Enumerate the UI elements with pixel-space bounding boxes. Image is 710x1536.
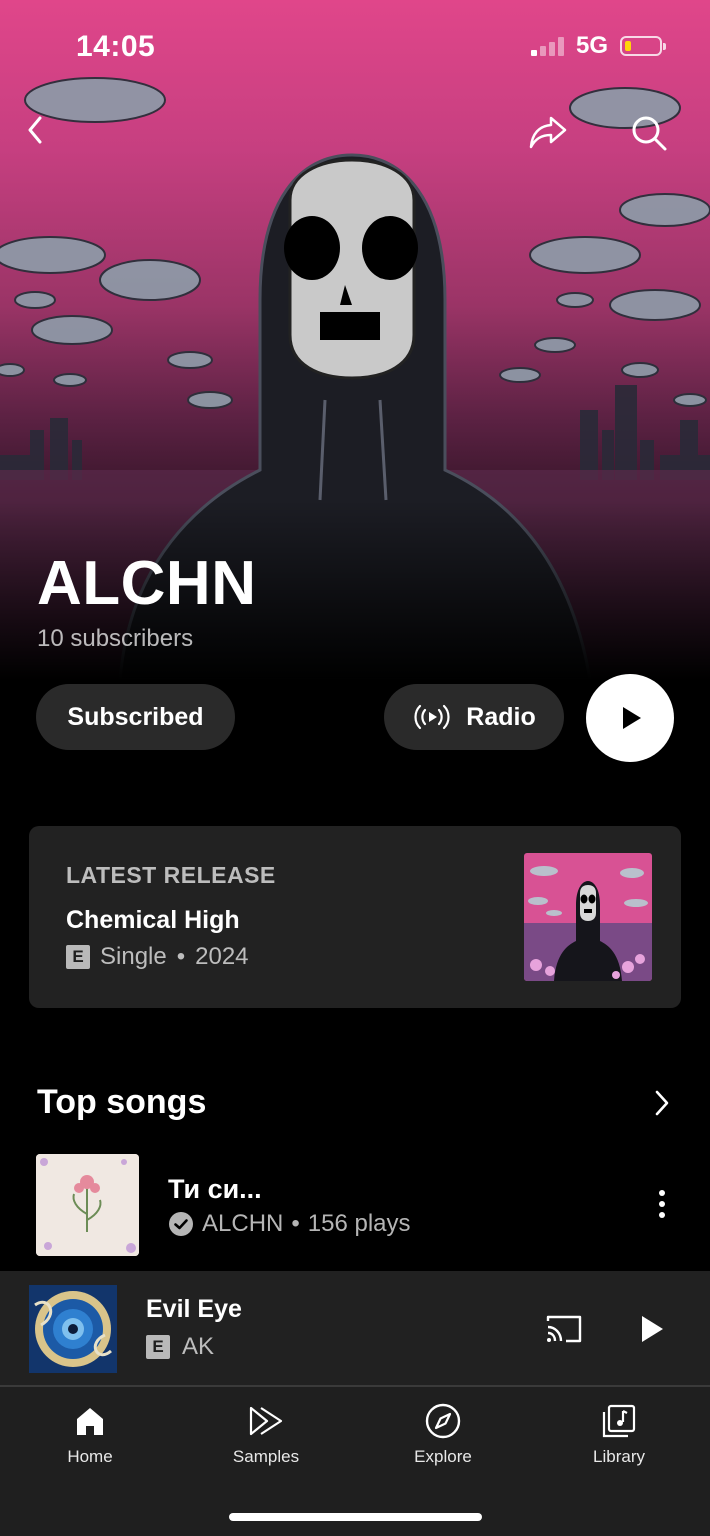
release-year: 2024 <box>195 943 249 970</box>
latest-release-meta: E Single • 2024 <box>66 943 249 971</box>
radio-label: Radio <box>466 702 536 731</box>
search-button[interactable] <box>630 114 674 158</box>
nav-library-label: Library <box>593 1447 645 1466</box>
home-indicator <box>229 1513 482 1521</box>
top-songs-title: Top songs <box>37 1083 207 1121</box>
mini-play-button[interactable] <box>628 1307 676 1351</box>
explicit-badge: E <box>146 1335 170 1359</box>
play-all-button[interactable] <box>586 674 674 762</box>
play-icon <box>642 1316 663 1342</box>
status-time: 14:05 <box>76 30 156 63</box>
nav-samples[interactable]: Samples <box>206 1401 326 1467</box>
meta-separator: • <box>176 943 186 970</box>
latest-release-kicker: LATEST RELEASE <box>66 862 276 888</box>
song-menu-button[interactable] <box>642 1180 682 1228</box>
explore-icon <box>423 1401 463 1441</box>
status-indicators: 5G <box>530 32 666 60</box>
signal-icon <box>530 36 564 56</box>
nav-home-label: Home <box>67 1447 113 1466</box>
more-vertical-icon <box>659 1190 665 1218</box>
latest-release-card[interactable]: LATEST RELEASE Chemical High E Single • … <box>29 826 681 1008</box>
radio-button[interactable]: Radio <box>384 684 564 750</box>
back-button[interactable] <box>22 114 66 158</box>
latest-release-title: Chemical High <box>66 906 240 934</box>
chevron-right-icon <box>655 1090 669 1116</box>
song-title: Ти си... <box>168 1174 262 1204</box>
nav-explore-label: Explore <box>414 1447 472 1466</box>
artist-hero: 14:05 5G ALCHN 10 subscribers <box>0 0 710 680</box>
nav-samples-label: Samples <box>232 1447 300 1466</box>
search-icon <box>632 116 667 151</box>
samples-icon <box>246 1401 286 1441</box>
song-artist: ALCHN <box>202 1210 284 1237</box>
latest-release-artwork <box>524 853 652 981</box>
network-type: 5G <box>575 32 608 59</box>
play-icon <box>623 707 641 729</box>
subscriber-count: 10 subscribers <box>37 625 194 652</box>
artist-name: ALCHN <box>37 549 257 618</box>
mini-player[interactable]: Evil Eye E AK <box>0 1271 710 1387</box>
top-songs-more-button[interactable] <box>642 1083 682 1123</box>
home-icon <box>70 1401 110 1441</box>
battery-icon <box>620 36 666 56</box>
verified-check-icon <box>169 1212 193 1236</box>
nav-library[interactable]: Library <box>559 1401 679 1467</box>
bottom-navigation: Home Samples Explore Library <box>0 1387 710 1536</box>
cast-button[interactable] <box>542 1309 586 1349</box>
share-icon <box>529 116 567 149</box>
subscribed-label: Subscribed <box>67 702 204 731</box>
song-row[interactable]: Ти си... ALCHN • 156 plays <box>0 1150 710 1260</box>
now-playing-title: Evil Eye <box>146 1295 242 1323</box>
nav-home[interactable]: Home <box>30 1401 150 1467</box>
song-meta: ALCHN • 156 plays <box>168 1210 411 1238</box>
subscribed-button[interactable]: Subscribed <box>36 684 235 750</box>
radio-icon <box>414 704 450 730</box>
cast-icon <box>546 1315 582 1343</box>
library-icon <box>599 1401 639 1441</box>
now-playing-artist: AK <box>182 1333 215 1360</box>
release-type: Single <box>100 943 167 970</box>
song-artwork <box>36 1154 139 1256</box>
now-playing-meta: E AK <box>146 1333 214 1361</box>
now-playing-artwork <box>29 1285 117 1373</box>
share-button[interactable] <box>527 114 571 158</box>
nav-explore[interactable]: Explore <box>383 1401 503 1467</box>
explicit-badge: E <box>66 945 90 969</box>
song-plays: 156 plays <box>307 1210 411 1237</box>
chevron-left-icon <box>28 116 42 144</box>
meta-separator: • <box>291 1210 300 1237</box>
